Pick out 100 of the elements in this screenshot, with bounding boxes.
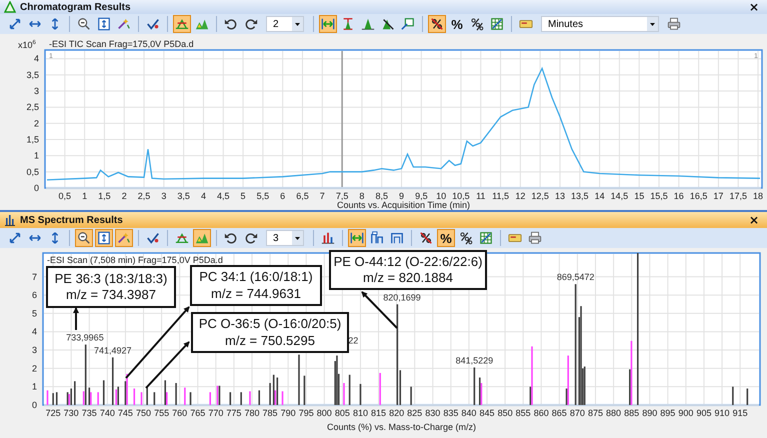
tick-label: 760 bbox=[172, 408, 188, 418]
tick-label: 1 bbox=[82, 191, 88, 201]
tick-label: 3,5 bbox=[26, 70, 39, 80]
fit-width-icon bbox=[321, 17, 335, 31]
lipid-name: PC O-36:5 (O-16:0/20:5) bbox=[198, 316, 342, 332]
tick-label: 810 bbox=[352, 408, 368, 418]
sparkle-icon bbox=[117, 231, 131, 245]
tick-label: 7 bbox=[32, 272, 37, 282]
peak-icon bbox=[361, 17, 375, 31]
tick-label: 885 bbox=[624, 408, 640, 418]
checkmark-icon bbox=[146, 231, 160, 245]
tick-label: 10,5 bbox=[452, 191, 470, 201]
card-icon bbox=[519, 17, 533, 31]
peak-label: 820,1699 bbox=[383, 292, 421, 302]
dropdown[interactable]: Minutes bbox=[541, 16, 659, 32]
tick-label: 735 bbox=[82, 408, 97, 418]
toolbar-button[interactable] bbox=[488, 15, 506, 33]
dropdown[interactable]: 3 bbox=[266, 230, 304, 246]
toolbar-button[interactable] bbox=[95, 229, 113, 247]
tick-label: 17 bbox=[713, 191, 724, 201]
tick-label: 17,5 bbox=[729, 191, 747, 201]
tick-label: 18 bbox=[753, 191, 764, 201]
tick-label: 805 bbox=[334, 408, 350, 418]
grid-arrows-icon bbox=[490, 17, 504, 31]
fit-width-icon bbox=[350, 231, 364, 245]
toolbar-button[interactable] bbox=[95, 15, 113, 33]
tick-label: 4 bbox=[34, 54, 39, 64]
tick-label: 850 bbox=[498, 408, 513, 418]
axis-multiplier: x10$^{6}$ bbox=[18, 40, 36, 50]
tick-label: 915 bbox=[732, 408, 748, 418]
tick-label: 785 bbox=[262, 408, 278, 418]
mass-value: m/z = 750.5295 bbox=[225, 332, 315, 349]
tick-label: 880 bbox=[606, 408, 622, 418]
percent-button[interactable]: % bbox=[448, 15, 466, 33]
peaks-icon bbox=[195, 231, 209, 245]
lipid-name: PE O-44:12 (O-22:6/22:6) bbox=[334, 254, 482, 270]
tick-label: 8,5 bbox=[375, 191, 388, 201]
caret-icon bbox=[292, 17, 303, 31]
lipid-name: PE 36:3 (18:3/18:3) bbox=[54, 270, 168, 287]
sparkle-icon bbox=[117, 17, 131, 31]
tick-label: 5 bbox=[32, 308, 37, 318]
percent-button[interactable]: % bbox=[437, 229, 455, 247]
tick-label: 7,5 bbox=[336, 191, 348, 201]
percent-split-icon bbox=[459, 231, 473, 245]
redo-icon bbox=[244, 17, 258, 31]
tick-label: 4,5 bbox=[217, 191, 230, 201]
tick-label: 730 bbox=[64, 408, 79, 418]
tick-label: 860 bbox=[534, 408, 549, 418]
tick-label: 3 bbox=[32, 345, 37, 356]
spectrum-peak bbox=[133, 388, 136, 405]
tick-label: 0 bbox=[32, 400, 37, 410]
tick-label: 855 bbox=[516, 408, 531, 418]
chart-title: -ESI TIC Scan Frag=175,0V P5Da.d bbox=[49, 39, 194, 49]
tick-label: 14 bbox=[594, 191, 605, 201]
tick-label: 2,5 bbox=[26, 102, 39, 112]
tick-label: 835 bbox=[443, 408, 458, 418]
tick-label: 2 bbox=[34, 118, 39, 128]
redo-icon bbox=[244, 231, 258, 245]
peak-cross-icon bbox=[175, 231, 189, 245]
box-arrow-icon bbox=[401, 17, 415, 31]
peak-label: 841,5229 bbox=[456, 355, 494, 366]
percent-off-icon bbox=[419, 231, 433, 245]
tick-label: 12,5 bbox=[531, 191, 549, 201]
tick-label: 770 bbox=[208, 408, 224, 418]
chart-title: -ESI Scan (7,508 min) Frag=175,0V P5Da.d bbox=[47, 255, 223, 265]
tick-label: 875 bbox=[588, 408, 603, 418]
bracket-icon bbox=[370, 231, 384, 245]
tick-label: 4 bbox=[32, 326, 37, 337]
tick-label: 9 bbox=[399, 191, 404, 201]
dropdown[interactable]: 2 bbox=[266, 16, 304, 32]
undo-icon bbox=[224, 231, 238, 245]
tick-label: 905 bbox=[696, 408, 712, 418]
percent-off-icon bbox=[430, 17, 444, 31]
toolbar-button[interactable] bbox=[477, 229, 495, 247]
toolbar-button[interactable] bbox=[75, 229, 93, 247]
close-button[interactable]: × bbox=[746, 214, 761, 226]
bar-chart-icon bbox=[4, 214, 16, 226]
tick-label: 6,5 bbox=[296, 191, 309, 201]
tick-label: 740 bbox=[100, 408, 115, 418]
tick-label: 5 bbox=[240, 191, 246, 201]
tick-label: 7 bbox=[320, 191, 325, 201]
tick-label: 3,5 bbox=[177, 191, 190, 201]
tick-label: 825 bbox=[407, 408, 422, 418]
grid-arrows-icon bbox=[479, 231, 493, 245]
tick-label: 870 bbox=[570, 408, 585, 418]
tick-label: 12 bbox=[515, 191, 526, 201]
tick-label: 790 bbox=[280, 408, 296, 418]
fit-height-icon bbox=[97, 17, 111, 31]
spectrum-peak bbox=[102, 380, 105, 405]
peak-label: 733,9965 bbox=[66, 332, 104, 343]
mass-value: m/z = 734.3987 bbox=[66, 287, 156, 304]
tick-label: 11,5 bbox=[492, 191, 509, 201]
frame-icon bbox=[390, 231, 404, 245]
toolbar-button[interactable] bbox=[428, 15, 446, 33]
tick-label: 0,5 bbox=[58, 191, 72, 201]
tick-label: 800 bbox=[316, 408, 332, 418]
tick-label: 775 bbox=[226, 408, 242, 418]
axis-title: Counts (%) vs. Mass-to-Charge (m/z) bbox=[326, 422, 476, 432]
tick-label: 11 bbox=[476, 191, 486, 201]
tick-label: 1 bbox=[34, 150, 39, 161]
